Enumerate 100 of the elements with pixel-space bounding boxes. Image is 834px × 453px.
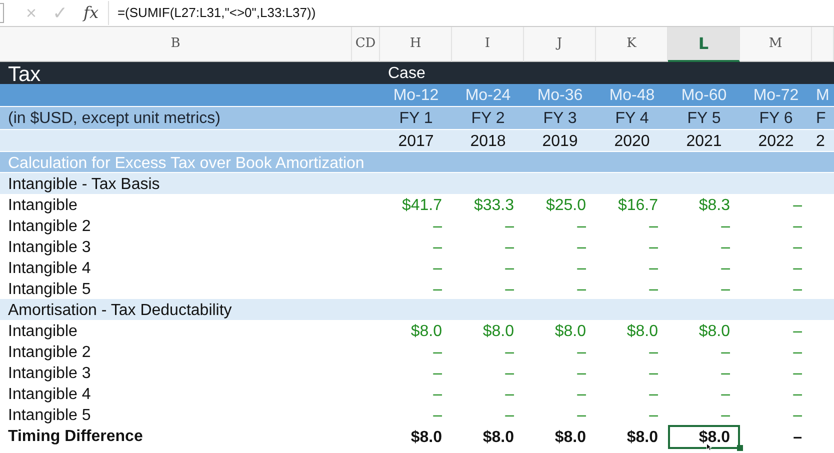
- year-label: 2017: [398, 132, 434, 152]
- value-text: –: [505, 217, 514, 237]
- value-text: –: [793, 196, 802, 216]
- sheet-cell[interactable]: –: [740, 425, 812, 449]
- fiscal-year-label: FY 2: [471, 109, 505, 129]
- period-label: Mo-48: [609, 86, 655, 106]
- value-text: $8.0: [410, 430, 442, 444]
- value-text: –: [649, 343, 658, 363]
- year-label: 2: [816, 132, 825, 152]
- period-label: Mo-60: [681, 86, 727, 106]
- sheet-cell[interactable]: $8.0: [380, 425, 452, 449]
- fiscal-year-label: FY 5: [687, 109, 721, 129]
- value-text: –: [793, 280, 802, 300]
- row-label: Intangible 5: [8, 280, 91, 300]
- value-text: –: [649, 259, 658, 279]
- value-text: –: [577, 364, 586, 384]
- value-text: –: [793, 364, 802, 384]
- sheet-title: Tax: [8, 64, 41, 84]
- column-header[interactable]: [812, 27, 834, 62]
- value-text: –: [793, 343, 802, 363]
- value-text: –: [721, 364, 730, 384]
- year-label: 2019: [542, 132, 578, 152]
- value-text: $8.0: [482, 322, 514, 342]
- fill-handle[interactable]: [737, 445, 743, 451]
- value-text: $8.0: [410, 322, 442, 342]
- value-text: –: [721, 238, 730, 258]
- row-label: Calculation for Excess Tax over Book Amortization: [8, 154, 364, 174]
- value-text: –: [433, 280, 442, 300]
- value-text: –: [577, 406, 586, 426]
- year-label: 2018: [470, 132, 506, 152]
- sheet-cell[interactable]: $8.0: [524, 425, 596, 449]
- value-text: –: [721, 343, 730, 363]
- fiscal-year-label: FY 1: [399, 109, 433, 129]
- value-text: –: [649, 364, 658, 384]
- value-text: –: [433, 238, 442, 258]
- value-text: $8.0: [626, 430, 658, 444]
- year-label: 2020: [614, 132, 650, 152]
- value-text: –: [577, 280, 586, 300]
- value-text: $33.3: [474, 196, 514, 216]
- value-text: –: [433, 343, 442, 363]
- row-label: Intangible 5: [8, 406, 91, 426]
- value-text: –: [433, 259, 442, 279]
- selected-cell[interactable]: $8.0: [668, 425, 740, 449]
- period-label: Mo-24: [465, 86, 511, 106]
- value-text: $8.0: [554, 430, 586, 444]
- column-header[interactable]: M: [740, 27, 812, 62]
- row-label: (in $USD, except unit metrics): [8, 109, 221, 129]
- value-text: –: [721, 406, 730, 426]
- value-text: –: [721, 217, 730, 237]
- fiscal-year-label: FY 3: [543, 109, 577, 129]
- value-text: –: [721, 259, 730, 279]
- column-header[interactable]: I: [452, 27, 524, 62]
- column-header[interactable]: B: [0, 27, 352, 62]
- sheet-cell[interactable]: $8.0: [596, 425, 668, 449]
- value-text: –: [793, 238, 802, 258]
- value-text: $8.0: [482, 430, 514, 444]
- value-text: –: [793, 385, 802, 405]
- period-label: Mo-36: [537, 86, 583, 106]
- row-label: Intangible 4: [8, 385, 91, 405]
- value-text: –: [793, 259, 802, 279]
- column-header[interactable]: CD: [352, 27, 380, 62]
- year-label: 2022: [758, 132, 794, 152]
- row-label: Intangible 3: [8, 364, 91, 384]
- value-text: $8.0: [698, 322, 730, 342]
- fiscal-year-label: FY 6: [759, 109, 793, 129]
- row-label: Intangible 2: [8, 217, 91, 237]
- column-header[interactable]: J: [524, 27, 596, 62]
- column-header[interactable]: K: [596, 27, 668, 62]
- formula-field[interactable]: =(SUMIF(L27:L31,"<>0",L33:L37)): [109, 3, 316, 23]
- value-text: –: [505, 238, 514, 258]
- value-text: –: [577, 343, 586, 363]
- value-text: –: [505, 259, 514, 279]
- row-label: Intangible - Tax Basis: [8, 175, 160, 195]
- value-text: –: [649, 238, 658, 258]
- sheet-cell[interactable]: $8.0: [452, 425, 524, 449]
- column-header[interactable]: H: [380, 27, 452, 62]
- column-header[interactable]: L: [668, 27, 740, 62]
- value-text: $41.7: [402, 196, 442, 216]
- value-text: –: [577, 217, 586, 237]
- value-text: –: [721, 280, 730, 300]
- value-text: –: [793, 406, 802, 426]
- fiscal-year-label: FY 4: [615, 109, 649, 129]
- value-text: –: [433, 385, 442, 405]
- insert-function-button[interactable]: fx: [76, 1, 110, 25]
- value-text: $25.0: [546, 196, 586, 216]
- value-text: –: [793, 430, 802, 444]
- value-text: –: [577, 238, 586, 258]
- value-text: –: [505, 343, 514, 363]
- value-text: –: [505, 364, 514, 384]
- value-text: –: [433, 406, 442, 426]
- name-box-edge[interactable]: [0, 3, 4, 23]
- period-label: Mo-12: [393, 86, 439, 106]
- value-text: $8.0: [554, 322, 586, 342]
- value-text: –: [577, 385, 586, 405]
- value-text: –: [505, 280, 514, 300]
- case-label: Case: [388, 64, 426, 84]
- value-text: $8.3: [698, 196, 730, 216]
- value-text: –: [577, 259, 586, 279]
- period-label: M: [816, 86, 830, 106]
- value-text: –: [793, 217, 802, 237]
